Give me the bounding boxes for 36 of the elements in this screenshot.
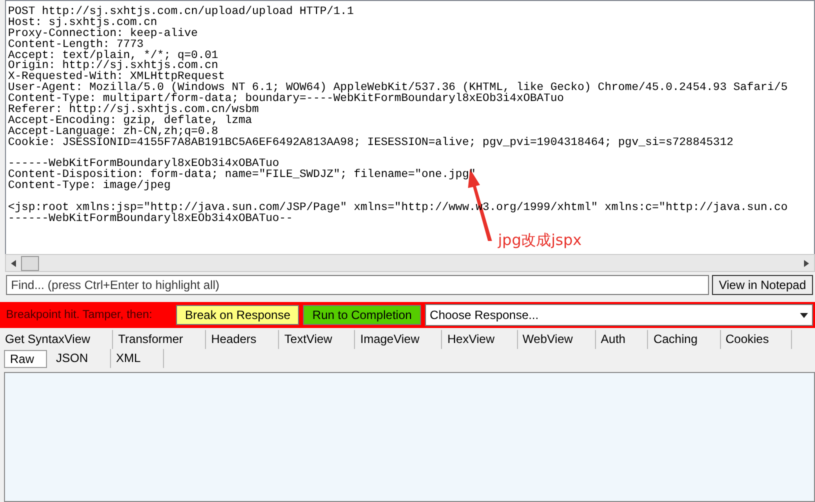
scrollbar-thumb[interactable] [21, 256, 39, 270]
tab[interactable]: Auth [596, 330, 648, 349]
request-line: Content-Length: 7773 [8, 40, 145, 51]
request-line: POST http://sj.sxhtjs.com.cn/upload/upload HTTP/1.1 [8, 7, 355, 18]
tab[interactable]: ImageView [355, 330, 442, 349]
scroll-left-icon[interactable] [11, 260, 16, 266]
tab[interactable]: Headers [206, 330, 280, 349]
tab[interactable]: TextView [279, 330, 356, 349]
annotation-text: jpg改成jspx [498, 231, 582, 249]
tab[interactable]: XML [111, 349, 164, 368]
tab[interactable]: Raw [4, 350, 48, 368]
tab[interactable]: WebView [518, 330, 596, 349]
request-line: Referer: http://sj.sxhtjs.com.cn/wsbm [8, 105, 260, 116]
view-in-notepad-button[interactable]: View in Notepad [712, 275, 813, 295]
find-field[interactable]: Find... (press Ctrl+Enter to highlight all) [6, 275, 709, 295]
tab[interactable]: HexView [442, 330, 518, 349]
tab[interactable]: Transformer [113, 330, 206, 349]
tab[interactable]: Cookies [720, 330, 792, 349]
breakpoint-button[interactable]: Run to Completion [303, 305, 421, 325]
horizontal-scrollbar[interactable] [5, 254, 815, 272]
request-line: Accept-Language: zh-CN,zh;q=0.8 [8, 126, 218, 138]
tab[interactable]: Get SyntaxView [0, 330, 114, 349]
scroll-right-icon[interactable] [804, 260, 809, 266]
request-line: Proxy-Connection: keep-alive [8, 28, 199, 40]
dropdown-caret-icon [800, 312, 808, 318]
request-line: Content-Type: image/jpeg [8, 181, 172, 192]
choose-response-dropdown[interactable]: Choose Response... [424, 304, 813, 326]
request-line: Cookie: JSESSIONID=4155F7A8AB191BC5A6EF6492A813AA98; IESESSION=alive; pgv_pvi=1904318464; pgv_si=s728845312 [8, 138, 734, 149]
tab[interactable]: JSON [51, 349, 112, 368]
tab[interactable]: Caching [648, 330, 720, 349]
request-line: Host: sj.sxhtjs.com.cn [8, 18, 158, 29]
breakpoint-message: Breakpoint hit. Tamper, then: [6, 309, 154, 321]
request-line: Accept: text/plain, */*; q=0.01 [8, 50, 220, 62]
request-line: ------WebKitFormBoundaryl8xEOb3i4xOBATuo-- [8, 214, 294, 225]
request-line: Accept-Encoding: gzip, deflate, lzma [8, 116, 254, 127]
breakpoint-button[interactable]: Break on Response [176, 305, 300, 325]
